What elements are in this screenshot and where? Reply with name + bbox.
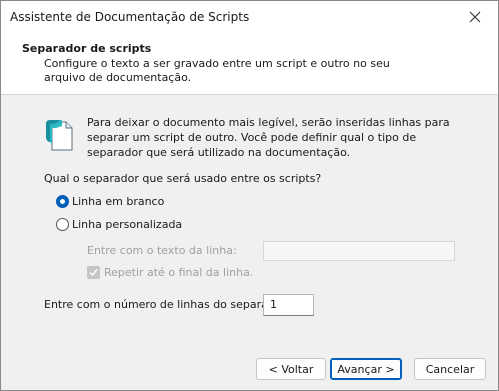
close-button[interactable] [452,1,498,32]
line-count-label: Entre com o número de linhas do separado… [44,298,290,311]
blank-line-label[interactable]: Linha em branco [72,195,164,208]
cancel-button[interactable]: Cancelar [414,358,486,380]
title-bar[interactable]: Assistente de Documentação de Scripts [1,1,498,32]
step-title: Separador de scripts [22,42,152,55]
custom-line-option[interactable]: Linha personalizada [56,218,182,231]
blank-line-option[interactable]: Linha em branco [56,195,164,208]
wizard-window: Assistente de Documentação de Scripts Se… [0,0,499,391]
custom-text-input[interactable] [263,241,455,261]
custom-line-label[interactable]: Linha personalizada [72,218,182,231]
custom-text-label: Entre com o texto da linha: [87,244,237,257]
blank-line-radio[interactable] [56,195,69,208]
repeat-option[interactable]: Repetir até o final da linha. [87,266,253,279]
window-title: Assistente de Documentação de Scripts [10,10,250,24]
repeat-checkbox[interactable] [87,266,100,279]
separator-question: Qual o separador que será usado entre os… [44,172,322,185]
step-description: Configure o texto a ser gravado entre um… [44,57,390,84]
close-icon [469,11,481,22]
line-count-input[interactable]: 1 [263,294,314,316]
info-text: Para deixar o documento mais legível, se… [87,116,450,159]
custom-line-radio[interactable] [56,218,69,231]
checkmark-icon [89,269,98,277]
next-button[interactable]: Avançar > [330,358,402,380]
back-button[interactable]: < Voltar [256,358,326,380]
document-icon [46,120,73,151]
repeat-label: Repetir até o final da linha. [104,266,254,279]
wizard-header: Separador de scripts Configure o texto a… [1,32,498,95]
